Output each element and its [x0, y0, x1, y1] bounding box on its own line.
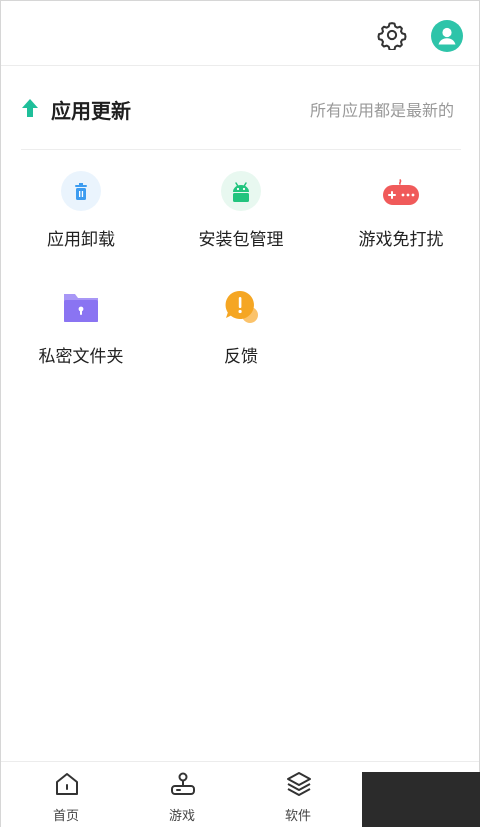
- tool-feedback[interactable]: 反馈: [161, 288, 321, 388]
- nav-home[interactable]: 首页: [8, 762, 124, 827]
- arrow-up-icon: [21, 98, 39, 118]
- tool-package-manager[interactable]: 安装包管理: [161, 171, 321, 271]
- trash-icon: [61, 171, 101, 211]
- tool-label: 游戏免打扰: [358, 230, 444, 250]
- tool-label: 私密文件夹: [38, 347, 124, 367]
- tool-label: 应用卸载: [47, 230, 115, 250]
- nav-software[interactable]: 软件: [240, 762, 356, 827]
- gear-icon[interactable]: [377, 20, 407, 52]
- user-avatar-icon[interactable]: [431, 20, 463, 52]
- nav-label: 软件: [284, 809, 311, 824]
- joystick-icon: [169, 770, 197, 798]
- android-icon: [221, 171, 261, 211]
- tool-game-dnd[interactable]: 游戏免打扰: [321, 171, 480, 271]
- nav-label: 首页: [52, 809, 79, 824]
- nav-label: 游戏: [168, 809, 195, 824]
- feedback-bubble-icon: [221, 288, 261, 328]
- app-window: 应用更新 所有应用都是最新的 应用卸载 安装包管理 游戏免打扰 私密文件夹 反馈…: [0, 0, 480, 827]
- nav-games[interactable]: 游戏: [124, 762, 240, 827]
- top-bar: [1, 1, 479, 66]
- home-icon: [53, 770, 81, 798]
- gamepad-icon: [381, 171, 421, 211]
- update-status: 所有应用都是最新的: [309, 101, 454, 120]
- tool-label: 安装包管理: [198, 230, 284, 250]
- app-update-row[interactable]: 应用更新 所有应用都是最新的: [1, 83, 479, 133]
- layers-icon: [285, 770, 313, 798]
- locked-folder-icon: [61, 288, 101, 328]
- divider: [21, 149, 461, 150]
- update-title: 应用更新: [51, 99, 131, 123]
- tool-app-uninstall[interactable]: 应用卸载: [1, 171, 161, 271]
- tool-label: 反馈: [224, 347, 258, 367]
- tool-private-folder[interactable]: 私密文件夹: [1, 288, 161, 388]
- watermark-overlay: [362, 772, 480, 827]
